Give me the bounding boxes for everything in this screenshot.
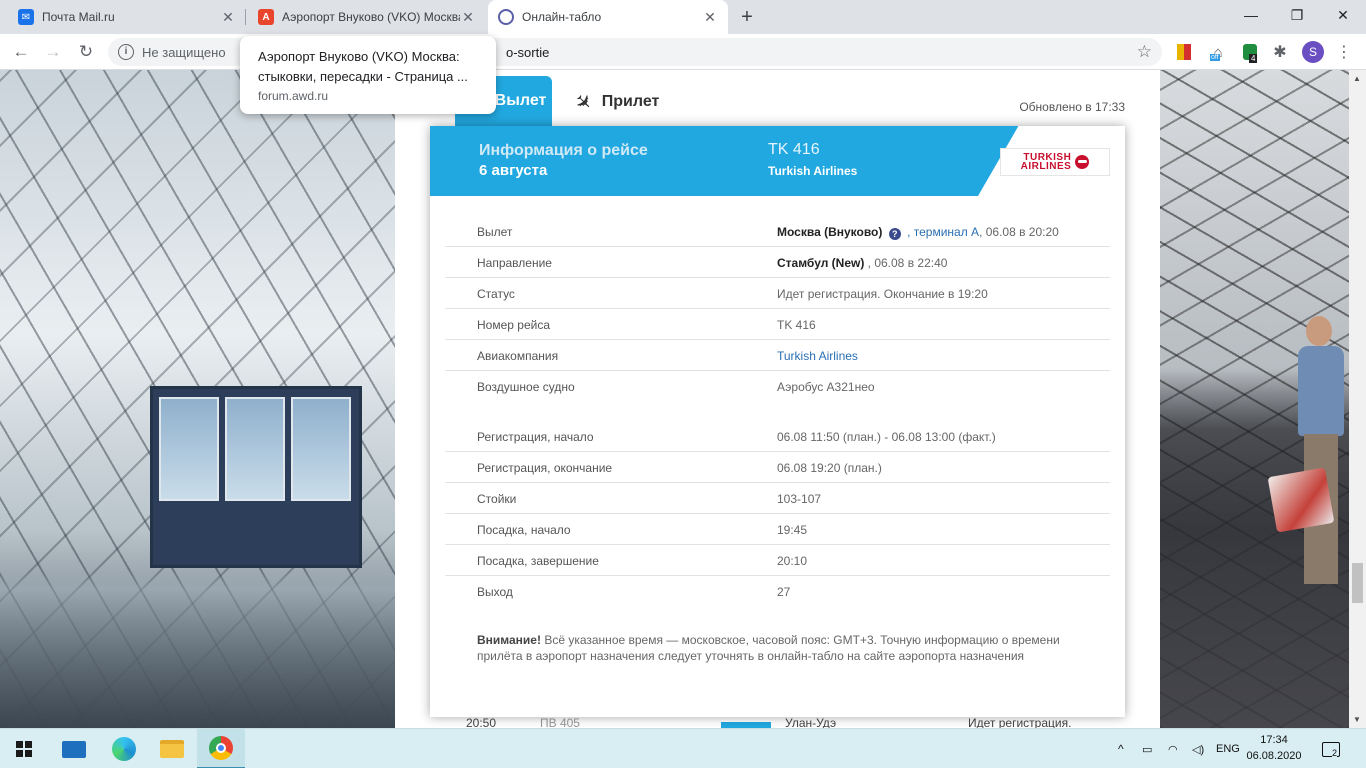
modal-flight-number: TK 416 [768, 141, 820, 158]
bag-image [1267, 467, 1335, 533]
puzzle-extensions-icon[interactable]: ✱ [1270, 42, 1290, 62]
tab-close-icon[interactable]: ✕ [220, 9, 236, 26]
menu-kebab-icon[interactable]: ⋮ [1334, 42, 1354, 62]
row-flight: ПВ 405 [540, 716, 580, 728]
maximize-button[interactable]: ❐ [1274, 0, 1320, 30]
scroll-thumb[interactable] [1352, 563, 1363, 603]
tab-title: Аэропорт Внуково (VKO) Москва [282, 10, 460, 24]
security-label[interactable]: Не защищено [142, 45, 226, 60]
tab-online-board[interactable]: Онлайн-табло ✕ [488, 0, 728, 34]
airline-link[interactable]: Turkish Airlines [777, 349, 858, 363]
tab-mail[interactable]: ✉ Почта Mail.ru ✕ [8, 0, 246, 34]
hover-card-domain: forum.awd.ru [258, 89, 329, 103]
shield-extension-icon[interactable]: 4 [1240, 42, 1260, 63]
updated-time: Обновлено в 17:33 [1019, 100, 1125, 114]
info-icon[interactable]: i [118, 44, 134, 60]
chrome-taskbar-icon[interactable] [197, 729, 245, 768]
start-button[interactable] [0, 729, 48, 768]
minimize-button[interactable]: — [1228, 0, 1274, 30]
scroll-up-icon[interactable]: ▲ [1353, 74, 1361, 83]
page-viewport: Вылет ✈ Прилет Обновлено в 17:33 20:50 П… [0, 70, 1349, 728]
timezone-note: Внимание! Всё указанное время — московск… [477, 633, 1060, 663]
crescent-logo-icon [1075, 155, 1090, 169]
tab-awd[interactable]: A Аэропорт Внуково (VKO) Москва ✕ [248, 0, 486, 34]
vnukovo-icon [498, 9, 514, 25]
clock-date: 06.08.2020 [1246, 750, 1302, 762]
forward-button[interactable]: → [40, 39, 66, 65]
flag-extension-icon[interactable] [1174, 42, 1194, 62]
tab-close-icon[interactable]: ✕ [460, 9, 476, 26]
tab-strip: ✉ Почта Mail.ru ✕ A Аэропорт Внуково (VK… [0, 0, 1366, 34]
url-text[interactable]: o-sortie [506, 45, 549, 60]
edge-browser-icon[interactable] [100, 729, 148, 768]
flight-details: Вылет Москва (Внуково) ? , терминал А, 0… [445, 216, 1110, 607]
modal-title: Информация о рейсе [479, 142, 648, 159]
extension-count-badge: 4 [1249, 54, 1258, 63]
mail-app-icon[interactable] [50, 729, 98, 768]
tab-close-icon[interactable]: ✕ [702, 9, 718, 26]
detail-row-boarding-end: Посадка, завершение 20:10 [445, 545, 1110, 576]
volume-icon[interactable]: ◁) [1192, 729, 1204, 768]
help-icon[interactable]: ? [888, 228, 901, 240]
hover-card-title: Аэропорт Внуково (VKO) Москва: стыковки,… [258, 49, 468, 84]
new-tab-button[interactable]: + [735, 5, 759, 29]
show-hidden-icons[interactable]: ^ [1118, 729, 1124, 768]
mail-icon: ✉ [18, 9, 34, 25]
detail-row-gate: Выход 27 [477, 585, 791, 599]
turkish-airlines-logo: TURKISH AIRLINES [1000, 148, 1110, 176]
detail-row-status: Статус Идет регистрация. Окончание в 19:… [445, 278, 1110, 309]
detail-row-boarding-start: Посадка, начало 19:45 [445, 514, 1110, 545]
system-clock[interactable]: 17:34 06.08.2020 [1244, 732, 1304, 764]
reload-button[interactable]: ↻ [73, 39, 99, 65]
page-scrollbar[interactable]: ▲ ▼ [1349, 70, 1366, 728]
profile-avatar[interactable]: S [1302, 41, 1324, 63]
scroll-down-icon[interactable]: ▼ [1353, 715, 1361, 724]
board-tabs: Вылет ✈ Прилет Обновлено в 17:33 [395, 70, 1160, 126]
row-time: 20:50 [466, 716, 497, 728]
tab-departure-label: Вылет [494, 92, 547, 109]
row-city: Улан-Удэ [785, 716, 837, 728]
detail-row-aircraft: Воздушное судно Аэробус А321нео [477, 380, 875, 394]
back-button[interactable]: ← [8, 39, 34, 65]
departure-board-image [150, 386, 362, 568]
close-icon[interactable]: × [1099, 129, 1117, 149]
extension-badge: off [1210, 54, 1220, 61]
modal-header: Информация о рейсе 6 августа TK 416 Turk… [430, 126, 1125, 196]
notification-count: 2 [1332, 747, 1338, 758]
detail-row-checkin-end: Регистрация, окончание 06.08 19:20 (план… [445, 452, 1110, 483]
file-explorer-icon[interactable] [148, 729, 196, 768]
plane-landing-icon: ✈ [569, 88, 597, 117]
traveler-image [1296, 316, 1348, 586]
bookmark-star-icon[interactable]: ☆ [1137, 42, 1152, 62]
detail-row-departure: Вылет Москва (Внуково) ? , терминал А, 0… [445, 216, 1110, 247]
tab-title: Онлайн-табло [522, 10, 602, 24]
windows-taskbar: ^ ▭ ◠ ◁) ENG 17:34 06.08.2020 2 [0, 728, 1366, 768]
language-indicator[interactable]: ENG [1216, 729, 1240, 768]
vpn-extension-icon[interactable]: ⌂ off [1208, 42, 1228, 62]
flight-info-modal: Информация о рейсе 6 августа TK 416 Turk… [430, 126, 1125, 717]
battery-icon[interactable]: ▭ [1142, 729, 1152, 768]
modal-airline: Turkish Airlines [768, 164, 858, 178]
tab-arrival[interactable]: ✈ Прилет [569, 84, 660, 120]
awd-icon: A [258, 9, 274, 25]
browser-toolbar: ← → ↻ i Не защищено o-sortie ☆ ⌂ off 4 ✱… [0, 34, 1366, 70]
windows-logo-icon [16, 741, 32, 757]
detail-row-checkin-start: Регистрация, начало 06.08 11:50 (план.) … [445, 421, 1110, 452]
tab-arrival-label: Прилет [601, 93, 660, 110]
tab-title: Почта Mail.ru [42, 10, 115, 24]
terminal-link[interactable]: , терминал А [907, 225, 979, 239]
detail-row-airline: Авиакомпания Turkish Airlines [445, 340, 1110, 371]
detail-row-counters: Стойки 103-107 [445, 483, 1110, 514]
clock-time: 17:34 [1260, 734, 1288, 746]
tab-hover-card: Аэропорт Внуково (VKO) Москва: стыковки,… [240, 36, 496, 114]
modal-date: 6 августа [479, 162, 548, 179]
row-status: Идет регистрация. [968, 716, 1072, 728]
wifi-icon[interactable]: ◠ [1168, 729, 1178, 768]
detail-row-destination: Направление Стамбул (New) , 06.08 в 22:4… [445, 247, 1110, 278]
detail-row-flight-number: Номер рейса TK 416 [445, 309, 1110, 340]
notification-center-icon[interactable]: 2 [1322, 729, 1340, 768]
departure-airport: Москва (Внуково) [777, 225, 883, 239]
close-window-button[interactable]: ✕ [1320, 0, 1366, 30]
